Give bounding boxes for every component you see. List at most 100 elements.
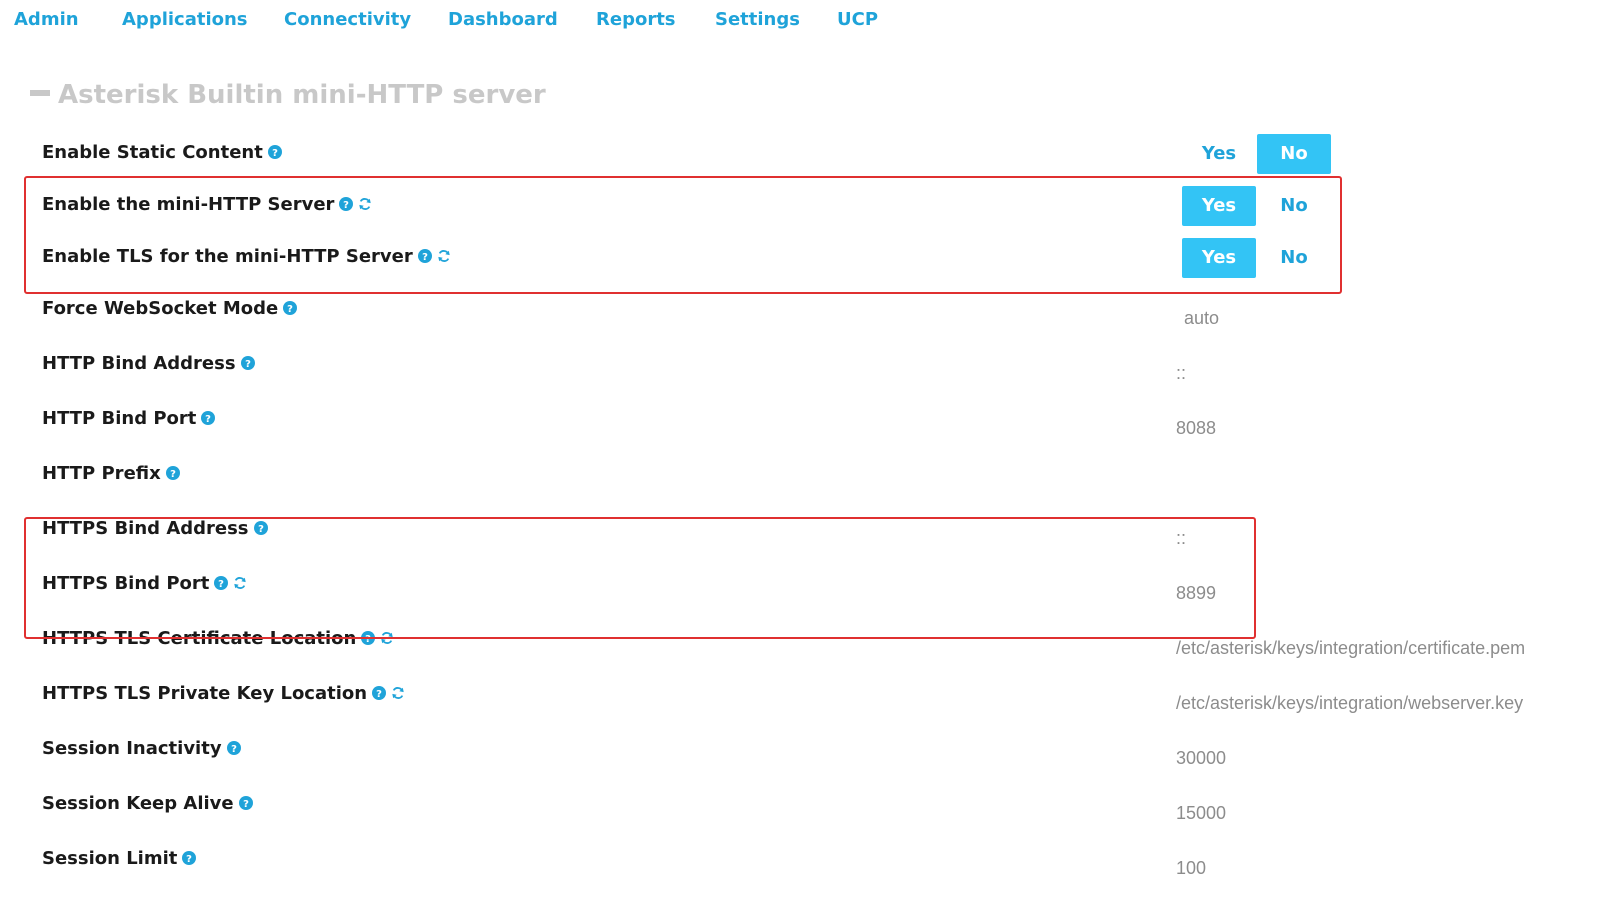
reload-icon[interactable] [233, 576, 247, 590]
http-bind-port-input[interactable]: 8088 [1176, 418, 1216, 439]
label-text: HTTPS TLS Private Key Location [42, 683, 368, 704]
setting-row-session-limit: Session Limit? 100 [0, 840, 1600, 880]
section-header[interactable]: Asterisk Builtin mini-HTTP server [30, 80, 546, 110]
svg-text:?: ? [422, 252, 428, 263]
label-text: HTTPS Bind Port [42, 573, 210, 594]
setting-row-enable-mini-http: Enable the mini-HTTP Server? Yes No [0, 186, 1600, 226]
setting-row-http-bind-address: HTTP Bind Address? :: [0, 345, 1600, 385]
label-text: HTTPS Bind Address [42, 518, 249, 539]
nav-admin[interactable]: Admin [14, 9, 79, 30]
label-text: Force WebSocket Mode [42, 298, 279, 319]
no-option[interactable]: No [1257, 238, 1331, 278]
setting-row-enable-static-content: Enable Static Content? Yes No [0, 134, 1600, 174]
label-text: Enable TLS for the mini-HTTP Server [42, 246, 413, 267]
help-circle-icon[interactable]: ? [214, 576, 229, 590]
yes-option[interactable]: Yes [1182, 134, 1256, 174]
help-circle-icon[interactable]: ? [165, 466, 180, 480]
setting-label: Session Limit? [42, 848, 197, 869]
label-text: Enable the mini-HTTP Server [42, 194, 335, 215]
nav-dashboard[interactable]: Dashboard [448, 9, 558, 30]
svg-text:?: ? [287, 304, 293, 315]
no-option[interactable]: No [1257, 134, 1331, 174]
reload-icon[interactable] [391, 686, 405, 700]
help-circle-icon[interactable]: ? [283, 301, 298, 315]
websocket-mode-select[interactable]: auto [1184, 308, 1219, 329]
setting-row-tls-cert-location: HTTPS TLS Certificate Location? /etc/ast… [0, 620, 1600, 660]
setting-label: HTTP Bind Address? [42, 353, 255, 374]
help-circle-icon[interactable]: ? [240, 356, 255, 370]
setting-row-session-inactivity: Session Inactivity? 30000 [0, 730, 1600, 770]
help-circle-icon[interactable]: ? [417, 249, 432, 263]
label-text: HTTP Prefix [42, 463, 161, 484]
yes-option[interactable]: Yes [1182, 238, 1256, 278]
reload-icon[interactable] [358, 197, 372, 211]
nav-applications[interactable]: Applications [122, 9, 248, 30]
svg-text:?: ? [205, 414, 211, 425]
label-text: Session Inactivity [42, 738, 222, 759]
setting-label: HTTPS TLS Certificate Location? [42, 628, 394, 649]
label-text: Enable Static Content [42, 142, 263, 163]
setting-row-http-prefix: HTTP Prefix? [0, 455, 1600, 495]
help-circle-icon[interactable]: ? [339, 197, 354, 211]
svg-text:?: ? [272, 148, 278, 159]
session-inactivity-input[interactable]: 30000 [1176, 748, 1226, 769]
tls-toggle: Yes No [1182, 238, 1332, 278]
setting-label: Force WebSocket Mode? [42, 298, 298, 319]
help-circle-icon[interactable]: ? [372, 686, 387, 700]
setting-row-session-keep-alive: Session Keep Alive? 15000 [0, 785, 1600, 825]
setting-label: Enable Static Content? [42, 142, 282, 163]
setting-row-force-websocket: Force WebSocket Mode? auto [0, 290, 1600, 330]
nav-settings[interactable]: Settings [715, 9, 800, 30]
nav-connectivity[interactable]: Connectivity [284, 9, 411, 30]
label-text: HTTP Bind Port [42, 408, 197, 429]
setting-label: Session Keep Alive? [42, 793, 253, 814]
nav-reports[interactable]: Reports [596, 9, 676, 30]
reload-icon[interactable] [437, 249, 451, 263]
setting-label: HTTP Bind Port? [42, 408, 216, 429]
setting-label: HTTPS TLS Private Key Location? [42, 683, 405, 704]
setting-label: Session Inactivity? [42, 738, 241, 759]
svg-text:?: ? [376, 689, 382, 700]
help-circle-icon[interactable]: ? [253, 521, 268, 535]
setting-row-https-bind-port: HTTPS Bind Port? 8899 [0, 565, 1600, 605]
help-circle-icon[interactable]: ? [361, 631, 376, 645]
svg-text:?: ? [245, 359, 251, 370]
setting-row-http-bind-port: HTTP Bind Port? 8088 [0, 400, 1600, 440]
label-text: Session Limit [42, 848, 178, 869]
setting-label: HTTPS Bind Port? [42, 573, 247, 594]
top-nav: Admin Applications Connectivity Dashboar… [0, 0, 1600, 40]
help-circle-icon[interactable]: ? [182, 851, 197, 865]
http-bind-address-input[interactable]: :: [1176, 363, 1186, 384]
tls-key-location-input[interactable]: /etc/asterisk/keys/integration/webserver… [1176, 693, 1523, 714]
setting-label: Enable TLS for the mini-HTTP Server? [42, 246, 451, 267]
help-circle-icon[interactable]: ? [201, 411, 216, 425]
nav-ucp[interactable]: UCP [837, 9, 878, 30]
session-keep-alive-input[interactable]: 15000 [1176, 803, 1226, 824]
label-text: Session Keep Alive [42, 793, 234, 814]
minus-icon[interactable] [30, 89, 50, 96]
svg-text:?: ? [218, 579, 224, 590]
mini-http-toggle: Yes No [1182, 186, 1332, 226]
svg-text:?: ? [258, 524, 264, 535]
setting-label: HTTP Prefix? [42, 463, 180, 484]
svg-text:?: ? [365, 634, 371, 645]
https-bind-port-input[interactable]: 8899 [1176, 583, 1216, 604]
tls-cert-location-input[interactable]: /etc/asterisk/keys/integration/certifica… [1176, 638, 1525, 659]
svg-text:?: ? [344, 200, 350, 211]
help-circle-icon[interactable]: ? [226, 741, 241, 755]
yes-option[interactable]: Yes [1182, 186, 1256, 226]
help-circle-icon[interactable]: ? [238, 796, 253, 810]
setting-row-https-bind-address: HTTPS Bind Address? :: [0, 510, 1600, 550]
session-limit-input[interactable]: 100 [1176, 858, 1206, 879]
setting-label: HTTPS Bind Address? [42, 518, 268, 539]
svg-text:?: ? [170, 469, 176, 480]
help-circle-icon[interactable]: ? [267, 145, 282, 159]
reload-icon[interactable] [380, 631, 394, 645]
static-content-toggle: Yes No [1182, 134, 1332, 174]
no-option[interactable]: No [1257, 186, 1331, 226]
setting-row-enable-tls: Enable TLS for the mini-HTTP Server? Yes… [0, 238, 1600, 278]
svg-text:?: ? [186, 854, 192, 865]
label-text: HTTP Bind Address [42, 353, 236, 374]
https-bind-address-input[interactable]: :: [1176, 528, 1186, 549]
setting-label: Enable the mini-HTTP Server? [42, 194, 372, 215]
